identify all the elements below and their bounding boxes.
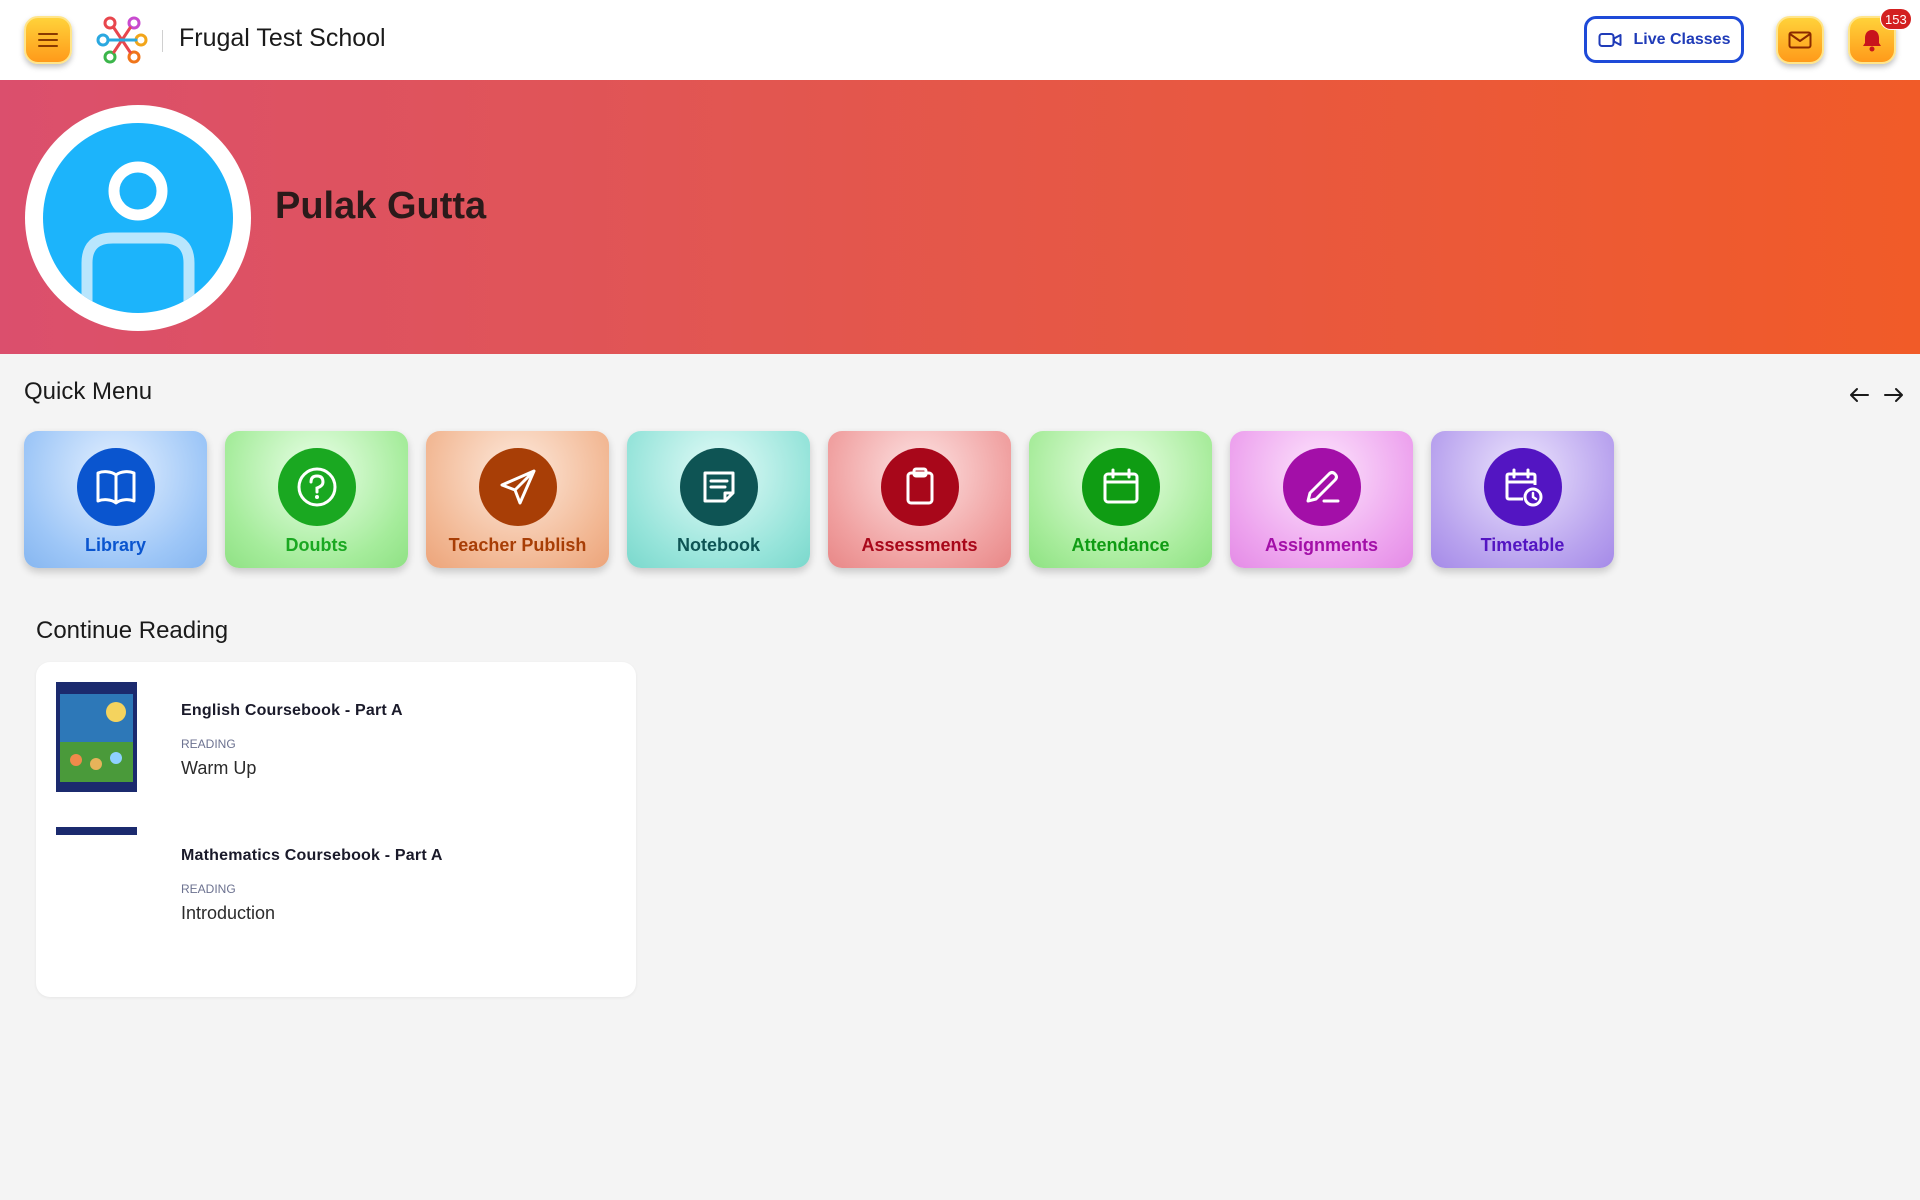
book-open-icon: [76, 448, 155, 526]
quick-menu-assignments[interactable]: Assignments: [1230, 431, 1413, 568]
mail-button[interactable]: [1776, 16, 1824, 64]
school-logo: [96, 16, 148, 64]
question-circle-icon: [277, 448, 356, 526]
continue-reading-title: Continue Reading: [36, 617, 229, 644]
school-name: Frugal Test School: [179, 24, 386, 52]
tile-label: Notebook: [677, 535, 760, 555]
quick-menu-doubts[interactable]: Doubts: [225, 431, 408, 568]
live-classes-button[interactable]: Live Classes: [1584, 16, 1744, 63]
book-cover-image: [56, 682, 137, 792]
clipboard-icon: [880, 448, 959, 526]
book-chapter: Warm Up: [181, 758, 257, 778]
send-icon: [478, 448, 557, 526]
quick-menu-notebook[interactable]: Notebook: [627, 431, 810, 568]
profile-banner: Pulak Gutta: [0, 80, 1920, 354]
pencil-icon: [1282, 448, 1361, 526]
mail-icon: [1788, 31, 1812, 49]
tile-label: Assessments: [861, 535, 978, 555]
arrow-left-icon: [1850, 388, 1869, 402]
tile-label: Assignments: [1264, 535, 1379, 555]
book-chapter: Introduction: [181, 903, 276, 923]
notification-count-badge: 153: [1880, 8, 1912, 30]
live-classes-label: Live Classes: [1633, 30, 1731, 48]
avatar[interactable]: [25, 105, 251, 331]
book-activity-type: READING: [181, 882, 236, 896]
quick-menu-timetable[interactable]: Timetable: [1431, 431, 1614, 568]
book-item[interactable]: English Coursebook - Part A READING Warm…: [56, 682, 616, 802]
quick-menu-teacher-publish[interactable]: Teacher Publish: [426, 431, 609, 568]
top-header: Frugal Test School Live Classes 153: [0, 0, 1920, 80]
scroll-left-button[interactable]: [1846, 382, 1872, 408]
book-activity-type: READING: [181, 737, 236, 751]
quick-menu-assessments[interactable]: Assessments: [828, 431, 1011, 568]
logo-divider: [162, 30, 163, 52]
arrow-right-icon: [1884, 388, 1903, 402]
hamburger-icon: [38, 33, 58, 47]
tile-label: Attendance: [1071, 535, 1170, 555]
quick-menu-title: Quick Menu: [24, 378, 153, 405]
user-avatar-icon: [43, 123, 233, 313]
scroll-right-button[interactable]: [1881, 382, 1907, 408]
book-title: English Coursebook - Part A: [181, 702, 403, 719]
quick-menu-library[interactable]: Library: [24, 431, 207, 568]
video-camera-icon: [1598, 32, 1622, 47]
user-name: Pulak Gutta: [275, 185, 487, 227]
book-title: Mathematics Coursebook - Part A: [181, 847, 443, 864]
tile-label: Library: [84, 535, 147, 555]
quick-menu-attendance[interactable]: Attendance: [1029, 431, 1212, 568]
calendar-icon: [1081, 448, 1160, 526]
menu-button[interactable]: [24, 16, 72, 64]
tile-label: Doubts: [285, 535, 348, 555]
calendar-clock-icon: [1483, 448, 1562, 526]
notebook-icon: [679, 448, 758, 526]
book-item[interactable]: Mathematics Coursebook - Part A READING …: [56, 827, 616, 947]
tile-label: Timetable: [1480, 535, 1565, 555]
bell-icon: [1863, 30, 1881, 52]
tile-label: Teacher Publish: [448, 535, 587, 555]
book-cover-image: [56, 827, 137, 835]
continue-reading-card: English Coursebook - Part A READING Warm…: [36, 662, 636, 997]
